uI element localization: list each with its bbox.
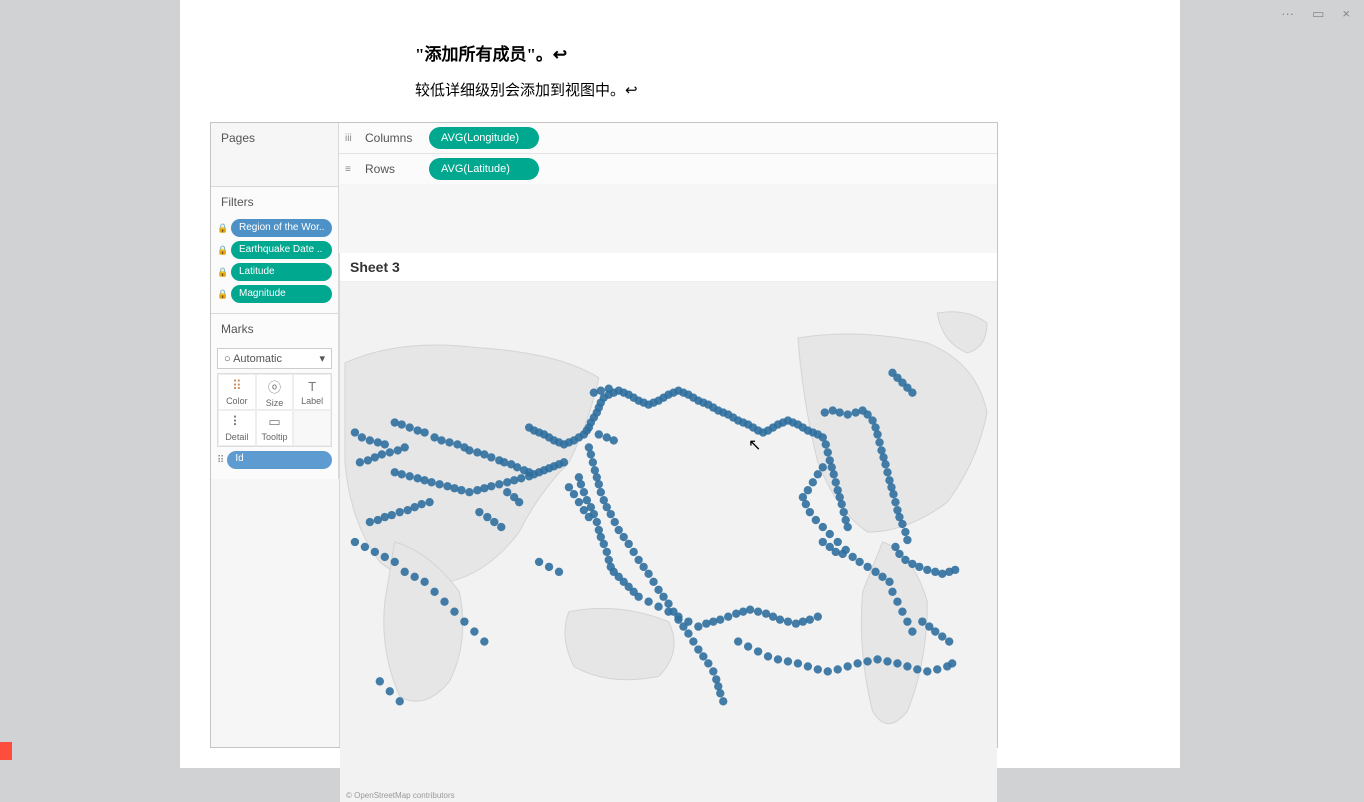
red-marker — [0, 742, 12, 760]
heading-text: "添加所有成员"。↩ — [415, 40, 1150, 65]
color-icon: ⠿ — [232, 378, 242, 394]
document-page: "添加所有成员"。↩ 较低详细级别会添加到视图中。↩ Pages iii Col… — [180, 0, 1180, 768]
lock-icon: 🔒 — [217, 245, 227, 256]
size-icon: ⓞ — [268, 377, 281, 396]
marks-panel: Marks ○ Automatic ▾ ⠿ Color ⓞ Size — [211, 314, 339, 479]
columns-shelf[interactable]: iii Columns AVG(Longitude) — [339, 123, 997, 154]
label-icon: T — [308, 379, 316, 394]
chevron-down-icon: ▾ — [319, 352, 325, 365]
columns-label: Columns — [365, 131, 421, 145]
map-attribution: © OpenStreetMap contributors — [346, 791, 455, 800]
marks-id-pill[interactable]: Id — [227, 451, 332, 469]
lock-icon: 🔒 — [217, 267, 227, 278]
detail-dots-icon: ⠿ — [217, 455, 223, 466]
lock-icon: 🔒 — [217, 289, 227, 300]
rows-shelf[interactable]: ≡ Rows AVG(Latitude) — [339, 154, 997, 184]
marks-label-button[interactable]: T Label — [293, 374, 331, 410]
marks-color-button[interactable]: ⠿ Color — [218, 374, 256, 410]
filter-magnitude[interactable]: Magnitude — [231, 285, 332, 303]
pages-panel-label: Pages — [211, 123, 338, 153]
marks-label: Marks — [211, 314, 338, 344]
rows-label: Rows — [365, 162, 421, 176]
sheet-area: Sheet 3 — [339, 253, 997, 747]
tooltip-icon: ▭ — [268, 414, 280, 430]
columns-pill[interactable]: AVG(Longitude) — [429, 127, 539, 149]
detail-icon: ⠇ — [232, 414, 242, 430]
marks-empty-cell — [293, 410, 331, 446]
rows-pill[interactable]: AVG(Latitude) — [429, 158, 539, 180]
close-icon[interactable]: × — [1342, 6, 1350, 22]
filter-region[interactable]: Region of the Wor.. — [231, 219, 332, 237]
map-visualization[interactable]: © OpenStreetMap contributors — [340, 282, 997, 802]
filters-panel: Filters 🔒 Region of the Wor.. 🔒 Earthqua… — [211, 187, 339, 314]
rows-icon: ≡ — [345, 164, 357, 175]
tableau-container: Pages iii Columns AVG(Longitude) ≡ Rows … — [210, 122, 998, 748]
more-icon[interactable]: ··· — [1281, 6, 1294, 22]
columns-icon: iii — [345, 133, 357, 144]
lock-icon: 🔒 — [217, 223, 227, 234]
body-text: 较低详细级别会添加到视图中。↩ — [415, 79, 1150, 100]
filter-date[interactable]: Earthquake Date .. — [231, 241, 332, 259]
sheet-title[interactable]: Sheet 3 — [340, 253, 997, 282]
maximize-icon[interactable]: ▭ — [1312, 6, 1324, 22]
filters-label: Filters — [211, 187, 338, 217]
marks-tooltip-button[interactable]: ▭ Tooltip — [256, 410, 294, 446]
filter-latitude[interactable]: Latitude — [231, 263, 332, 281]
marks-size-button[interactable]: ⓞ Size — [256, 374, 294, 410]
marks-type-dropdown[interactable]: ○ Automatic ▾ — [217, 348, 332, 369]
window-controls: ··· ▭ × — [1281, 6, 1350, 22]
map-svg — [340, 282, 997, 802]
marks-detail-button[interactable]: ⠇ Detail — [218, 410, 256, 446]
